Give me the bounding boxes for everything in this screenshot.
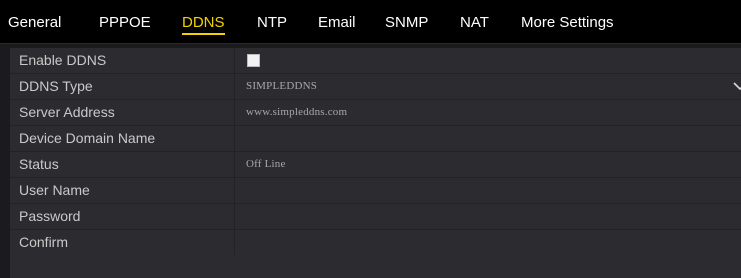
row-divider [234,152,235,177]
device-domain-name-field[interactable] [235,126,741,151]
enable-ddns-label: Enable DDNS [19,52,107,68]
user-name-field[interactable] [235,178,741,203]
chevron-down-icon [733,80,741,92]
tab-more-settings[interactable]: More Settings [521,13,614,33]
password-field[interactable] [235,204,741,229]
enable-ddns-checkbox[interactable] [247,54,260,67]
tab-email[interactable]: Email [318,13,356,33]
ddns-type-label: DDNS Type [19,78,93,94]
confirm-row: Confirm [10,230,741,255]
password-row: Password [10,204,741,230]
status-value: Off Line [246,158,286,170]
user-name-label: User Name [19,182,90,198]
password-label: Password [19,208,81,224]
ddns-type-row: DDNS Type SIMPLEDDNS [10,74,741,100]
server-address-label: Server Address [19,104,115,120]
confirm-label: Confirm [19,234,69,250]
status-row: Status Off Line [10,152,741,178]
server-address-row: Server Address www.simpleddns.com [10,100,741,126]
confirm-password-field[interactable] [235,230,741,255]
row-divider [234,48,235,73]
tab-bar: General PPPOE DDNS NTP Email SNMP NAT Mo… [0,0,741,44]
user-name-row: User Name [10,178,741,204]
status-label: Status [19,156,59,172]
ddns-type-value: SIMPLEDDNS [246,80,318,92]
server-address-value: www.simpleddns.com [246,106,348,118]
enable-ddns-row: Enable DDNS [10,48,741,74]
tab-ntp[interactable]: NTP [257,13,287,33]
tab-general[interactable]: General [8,13,61,33]
device-domain-name-row: Device Domain Name [10,126,741,152]
tab-separator [0,43,741,44]
device-domain-name-label: Device Domain Name [19,130,156,146]
ddns-settings-form: Enable DDNS DDNS Type SIMPLEDDNS Server … [10,48,741,278]
tab-snmp[interactable]: SNMP [385,13,428,33]
tab-pppoe[interactable]: PPPOE [99,13,151,33]
tab-nat[interactable]: NAT [460,13,489,33]
tab-ddns[interactable]: DDNS [182,13,225,35]
